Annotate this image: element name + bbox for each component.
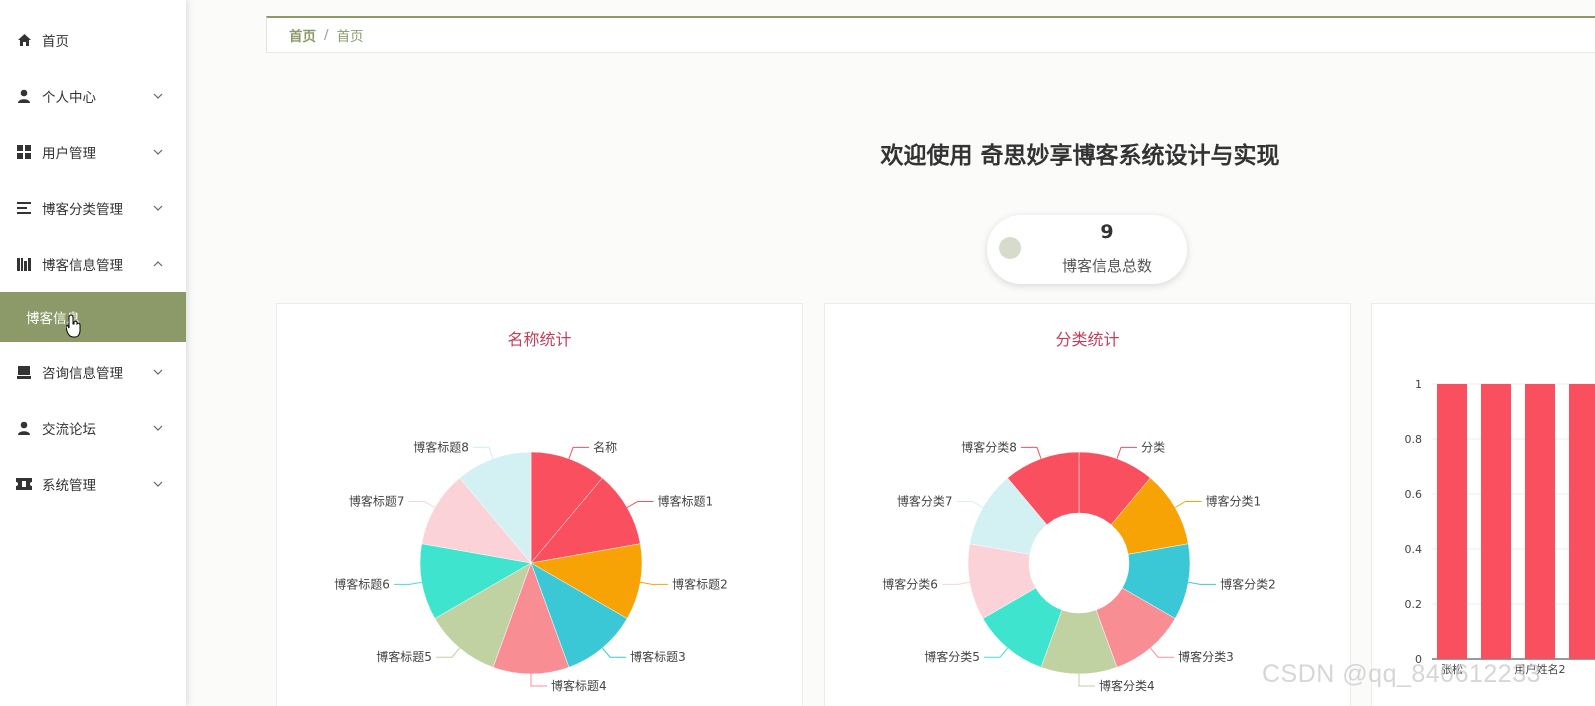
stat-card: 9 博客信息总数: [987, 215, 1187, 284]
pie-label: 博客分类1: [1206, 494, 1262, 509]
chevron-down-icon: [152, 146, 164, 158]
pie-label-line: [1149, 647, 1175, 658]
pie-label: 博客标题7: [349, 494, 405, 509]
pie-label-line: [956, 501, 984, 508]
chevron-down-icon: [152, 202, 164, 214]
sidebar-item-label: 个人中心: [42, 90, 96, 106]
pie-label-line: [1188, 581, 1217, 585]
sidebar-item-label: 咨询信息管理: [42, 366, 123, 382]
sidebar-item-label: 用户管理: [42, 146, 96, 162]
pie-label: 博客分类3: [1178, 649, 1234, 664]
pie-label: 博客标题5: [376, 649, 432, 664]
pie-label-line: [1174, 501, 1202, 508]
chevron-down-icon: [152, 366, 164, 378]
pie-label-line: [626, 501, 654, 508]
watermark: CSDN @qq_840612233: [1262, 660, 1542, 688]
sidebar-item-label: 博客分类管理: [42, 202, 123, 218]
chevron-down-icon: [152, 478, 164, 490]
sidebar-subitem-blog-info[interactable]: 博客信息: [0, 292, 186, 342]
breadcrumb: 首页 / 首页: [266, 16, 1595, 53]
user-icon: [16, 420, 32, 436]
sidebar-item-system[interactable]: 系统管理: [0, 464, 186, 504]
stat-value: 9: [1100, 221, 1114, 243]
pie-label-line: [568, 446, 590, 459]
pie-label-line: [1116, 446, 1138, 459]
pie-label: 博客标题3: [630, 649, 686, 664]
pie-label: 博客分类7: [897, 494, 953, 509]
book-icon: [16, 256, 32, 272]
pie-label-line: [530, 674, 547, 687]
pie-label: 博客标题4: [551, 678, 607, 693]
pie-label: 博客标题8: [413, 439, 469, 454]
pie-label: 博客标题2: [672, 576, 728, 591]
sidebar-item-label: 首页: [42, 34, 69, 50]
pie-label-line: [983, 647, 1009, 658]
bar-chart: 00.20.40.60.81张松 用户姓名2: [1405, 378, 1595, 676]
donut-chart-category: 分类博客分类1 博客分类2 博客分类3 博客分类4 博客分类5 博客分类6 博客分类7 博客分…: [882, 439, 1276, 693]
page-title: 欢迎使用 奇思妙享博客系统设计与实现: [880, 143, 1280, 169]
pie-label: 博客分类8: [961, 439, 1017, 454]
sidebar-item-blog-category[interactable]: 博客分类管理: [0, 188, 186, 228]
y-tick-label: 0.6: [1405, 488, 1423, 501]
sidebar-item-label: 博客信息管理: [42, 258, 123, 274]
sidebar-item-home[interactable]: 首页: [0, 20, 186, 60]
grid-icon: [16, 144, 32, 160]
chevron-down-icon: [152, 422, 164, 434]
pie-label-line: [393, 581, 422, 585]
chevron-up-icon: [152, 258, 164, 270]
y-tick-label: 0.8: [1405, 433, 1423, 446]
pie-label-line: [640, 581, 669, 585]
y-tick-label: 0.4: [1405, 543, 1423, 556]
pie-label: 博客分类5: [924, 649, 980, 664]
y-tick-label: 1: [1415, 378, 1422, 391]
sidebar: 首页 个人中心 用户管理 博客分类管理 博客信息管理 博客信息 咨询信息管理 交…: [0, 0, 186, 706]
bar[interactable]: [1481, 384, 1511, 659]
bar[interactable]: [1525, 384, 1555, 659]
bar[interactable]: [1569, 384, 1595, 659]
chart-card-category: 分类统计 分类 博客分类1 博客分类2 博客分类3 博客分类4 博客分类5 博客分类6 博客分…: [824, 303, 1351, 706]
sidebar-item-label: 系统管理: [42, 478, 96, 494]
y-tick-label: 0.2: [1405, 598, 1423, 611]
bar[interactable]: [1437, 384, 1467, 659]
pie-label: 博客分类6: [882, 576, 938, 591]
hand-cursor-icon: [65, 314, 82, 342]
breadcrumb-home[interactable]: 首页: [289, 25, 316, 45]
inbox-icon: [16, 364, 32, 380]
sidebar-item-forum[interactable]: 交流论坛: [0, 408, 186, 448]
breadcrumb-current: 首页: [336, 29, 364, 45]
pie-label-line: [1078, 674, 1095, 687]
sidebar-item-blog-info[interactable]: 博客信息管理: [0, 244, 186, 284]
user-icon: [16, 88, 32, 104]
ticket-icon: [16, 476, 32, 492]
pie-label: 博客标题6: [334, 576, 390, 591]
chevron-down-icon: [152, 90, 164, 102]
pie-label-line: [1020, 446, 1042, 459]
pie-label: 博客分类4: [1099, 678, 1155, 693]
list-icon: [16, 200, 32, 216]
sidebar-item-label: 交流论坛: [42, 422, 96, 438]
pie-label: 博客标题1: [658, 494, 714, 509]
pie-label-line: [435, 647, 461, 658]
sidebar-item-personal-center[interactable]: 个人中心: [0, 76, 186, 116]
sidebar-item-user-management[interactable]: 用户管理: [0, 132, 186, 172]
pie-label: 分类: [1141, 440, 1165, 454]
pie-label-line: [472, 446, 494, 459]
stat-caption: 博客信息总数: [1061, 257, 1152, 275]
pie-label-line: [941, 581, 970, 585]
breadcrumb-separator: /: [324, 27, 329, 43]
pie-label: 名称: [593, 439, 617, 454]
chart-card-name: 名称统计 名称 博客标题1 博客标题2 博客标题3 博客标题4 博客标题5 博客标题6 博客标…: [276, 303, 803, 706]
pie-label: 博客分类2: [1220, 576, 1276, 591]
pie-chart-name: 名称博客标题1 博客标题2 博客标题3 博客标题4 博客标题5 博客标题6 博客标题7 博客标…: [334, 439, 728, 693]
home-icon: [16, 32, 32, 48]
chart-card-bar: 0 0.2 0.4 0.6 0.8 1 张松 用户姓名2: [1371, 303, 1595, 706]
pie-label-line: [601, 647, 627, 658]
stat-dot-icon: [999, 237, 1021, 259]
sidebar-item-consult-info[interactable]: 咨询信息管理: [0, 352, 186, 392]
pie-label-line: [408, 501, 436, 508]
